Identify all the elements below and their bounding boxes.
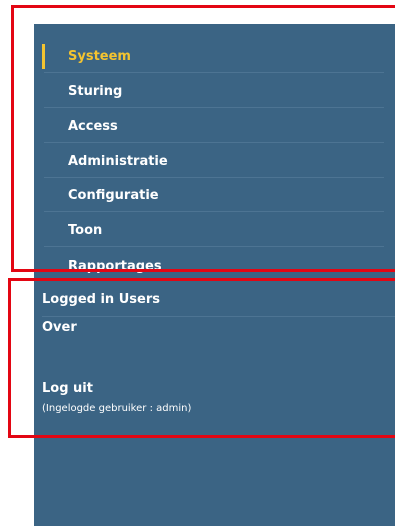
submenu-item-sturing[interactable]: Sturing xyxy=(44,75,384,108)
submenu-item-administratie[interactable]: Administratie xyxy=(44,145,384,178)
submenu-item-configuratie[interactable]: Configuratie xyxy=(44,179,384,212)
submenu-item-toon[interactable]: Toon xyxy=(44,214,384,247)
about-link[interactable]: Over xyxy=(42,320,77,335)
submenu-list: Systeem Sturing Access Administratie Con… xyxy=(34,24,395,278)
submenu-item-rapportages[interactable]: Rapportages xyxy=(44,250,384,278)
logged-in-users-link[interactable]: Logged in Users xyxy=(42,292,160,307)
screenshot-frame: Systeem Sturing Access Administratie Con… xyxy=(0,0,395,526)
submenu-item-systeem[interactable]: Systeem xyxy=(44,40,384,73)
sidebar-menu: Systeem Sturing Access Administratie Con… xyxy=(34,24,395,526)
submenu-item-access[interactable]: Access xyxy=(44,110,384,143)
logged-in-user-label: (Ingelogde gebruiker : admin) xyxy=(42,403,192,414)
menu-divider xyxy=(42,316,395,317)
logout-link[interactable]: Log uit xyxy=(42,381,93,396)
